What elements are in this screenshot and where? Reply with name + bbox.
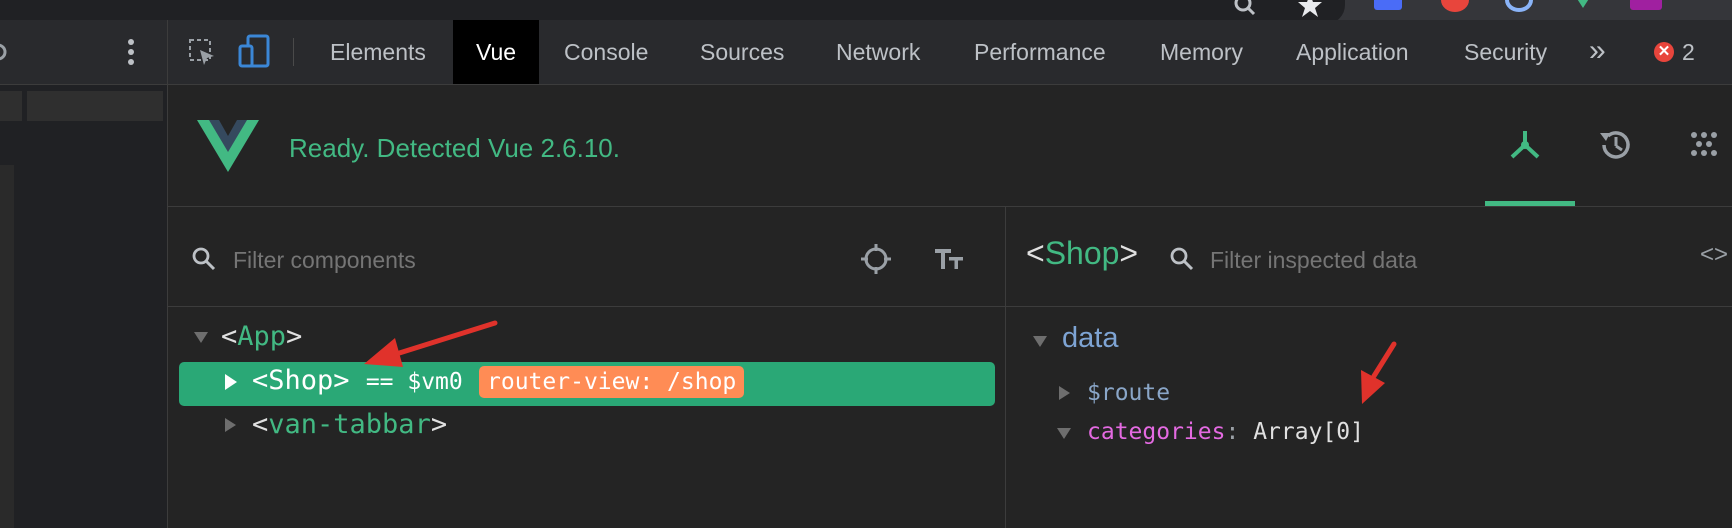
annotation-arrow xyxy=(1361,341,1397,404)
annotation-arrow xyxy=(364,320,498,367)
annotation-arrows xyxy=(364,320,1397,404)
